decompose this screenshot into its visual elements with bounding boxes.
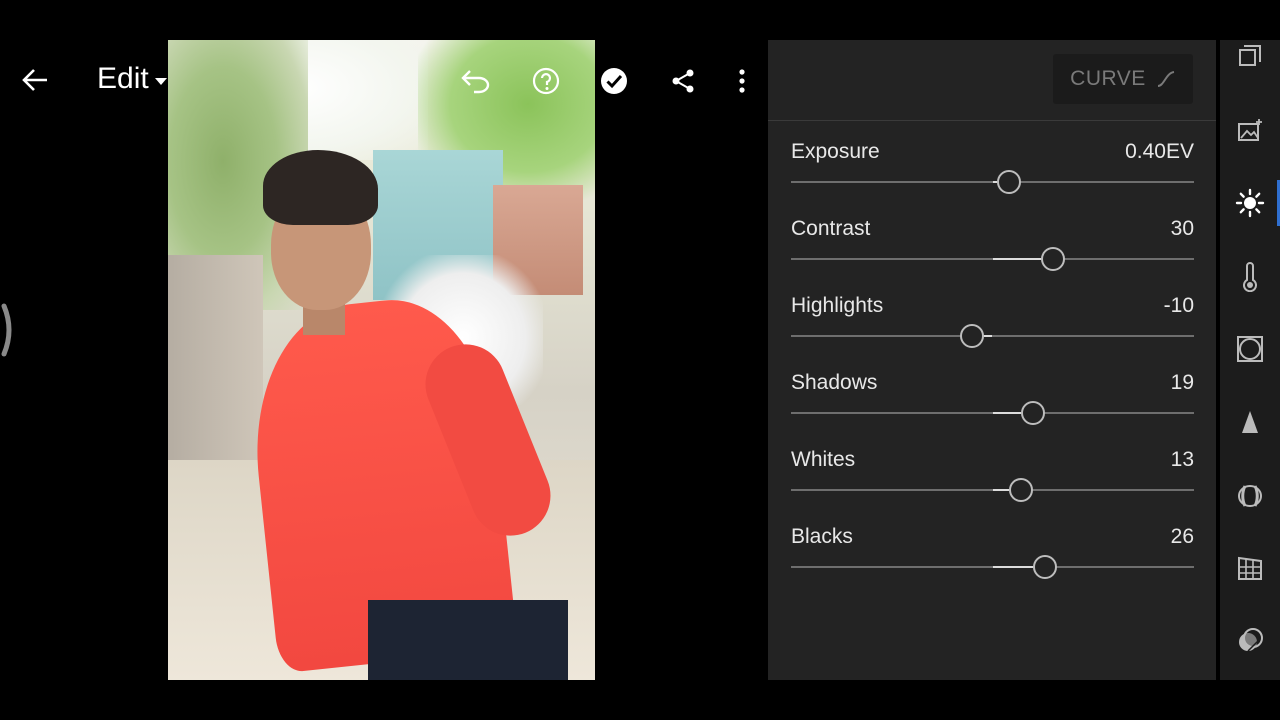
masking-icon[interactable] — [1234, 625, 1266, 657]
slider-thumb[interactable] — [1032, 555, 1057, 579]
blacks-slider[interactable]: Blacks 26 — [791, 525, 1194, 585]
exposure-slider[interactable]: Exposure 0.40EV — [791, 140, 1194, 200]
more-options-icon[interactable] — [728, 64, 756, 98]
slider-fill — [992, 258, 1041, 260]
effects-vignette-icon[interactable] — [1234, 333, 1266, 365]
slider-label: Highlights — [791, 294, 884, 317]
slider-thumb[interactable] — [1020, 401, 1045, 425]
slider-label: Contrast — [791, 217, 871, 240]
slider-label: Blacks — [791, 525, 853, 548]
slider-fill — [984, 335, 993, 337]
curve-label: CURVE — [1070, 67, 1146, 90]
undo-icon[interactable] — [458, 64, 494, 98]
slider-thumb[interactable] — [1040, 247, 1065, 271]
slider-value: 19 — [1170, 371, 1194, 394]
slider-thumb[interactable] — [996, 170, 1021, 194]
help-icon[interactable] — [529, 64, 563, 98]
optics-icon[interactable] — [1234, 480, 1266, 512]
slider-value: 0.40EV — [1125, 140, 1194, 163]
curve-icon — [1157, 71, 1175, 87]
whites-slider[interactable]: Whites 13 — [791, 448, 1194, 508]
contrast-slider[interactable]: Contrast 30 — [791, 217, 1194, 277]
slider-label: Whites — [791, 448, 856, 471]
slider-track[interactable] — [791, 335, 1194, 337]
slider-value: 26 — [1170, 525, 1194, 548]
slider-label: Shadows — [791, 371, 878, 394]
detail-icon[interactable] — [1234, 406, 1266, 438]
slider-value: 30 — [1170, 217, 1194, 240]
person-pants — [368, 600, 568, 680]
person-hair — [263, 150, 378, 225]
slider-thumb[interactable] — [960, 324, 985, 348]
slider-value: 13 — [1170, 448, 1194, 471]
highlights-slider[interactable]: Highlights -10 — [791, 294, 1194, 354]
slider-value: -10 — [1163, 294, 1194, 317]
slider-fill — [992, 489, 1009, 491]
photo-canvas[interactable] — [168, 40, 595, 680]
tool-rail — [1220, 40, 1280, 680]
confirm-check-icon[interactable] — [597, 64, 631, 98]
color-temperature-icon[interactable] — [1234, 261, 1266, 293]
shadows-slider[interactable]: Shadows 19 — [791, 371, 1194, 431]
slider-fill — [992, 412, 1021, 414]
presets-icon[interactable] — [1234, 40, 1266, 72]
slider-fill — [992, 566, 1033, 568]
slider-thumb[interactable] — [1008, 478, 1033, 502]
light-adjustment-panel: CURVE Exposure 0.40EV Contrast 30 Highli… — [768, 40, 1216, 680]
chevron-down-icon — [154, 77, 167, 85]
panel-header: CURVE — [768, 40, 1216, 121]
back-arrow-icon[interactable] — [18, 62, 52, 98]
page-title: Edit — [97, 62, 149, 95]
slider-fill — [992, 181, 997, 183]
edit-mode-dropdown[interactable]: Edit — [97, 62, 167, 96]
geometry-icon[interactable] — [1234, 552, 1266, 584]
filmstrip-handle-icon[interactable] — [0, 300, 16, 360]
share-icon[interactable] — [666, 64, 700, 98]
light-icon[interactable] — [1234, 187, 1266, 219]
slider-label: Exposure — [791, 140, 880, 163]
auto-enhance-icon[interactable] — [1234, 114, 1266, 146]
curve-button[interactable]: CURVE — [1053, 54, 1193, 104]
